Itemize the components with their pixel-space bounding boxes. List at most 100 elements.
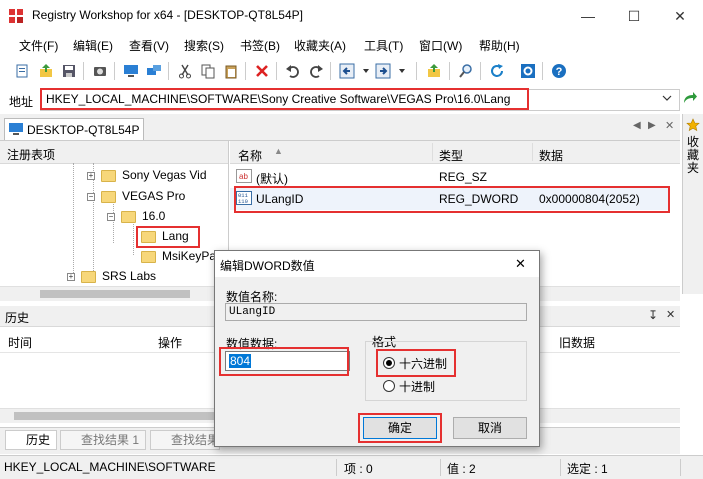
history-column-action[interactable]: 操作: [158, 334, 182, 351]
tab-history[interactable]: 历史: [5, 430, 57, 450]
list-header: 名称 ▲ 类型 数据: [230, 141, 680, 164]
menu-search[interactable]: 搜索(S): [184, 37, 224, 54]
tree-hscrollbar[interactable]: [0, 286, 228, 301]
hex-highlight: [376, 349, 456, 377]
menu-tools[interactable]: 工具(T): [364, 37, 403, 54]
close-button[interactable]: ✕: [657, 0, 703, 32]
star-icon: [686, 118, 700, 132]
tab-find-results-1[interactable]: 查找结果 1: [60, 430, 146, 450]
menu-help[interactable]: 帮助(H): [479, 37, 520, 54]
dec-label[interactable]: 十进制: [399, 378, 435, 395]
new-icon[interactable]: [12, 61, 32, 81]
column-data[interactable]: 数据: [539, 147, 563, 164]
column-type[interactable]: 类型: [439, 147, 463, 164]
tab-scroll-right-icon[interactable]: ▶: [648, 120, 656, 131]
value-name-field: ULangID: [225, 303, 527, 321]
column-name[interactable]: 名称: [238, 147, 262, 164]
app-icon: [9, 9, 23, 23]
menu-favorites[interactable]: 收藏夹(A): [294, 37, 346, 54]
status-bar: HKEY_LOCAL_MACHINE\SOFTWARE 项 : 0 值 : 2 …: [0, 455, 703, 479]
tab-label: DESKTOP-QT8L54P: [27, 123, 140, 137]
menu-bookmarks[interactable]: 书签(B): [240, 37, 280, 54]
ulangid-row-highlight: [234, 186, 670, 213]
favorites-side-label: 收藏夹: [687, 135, 700, 175]
edit-dword-dialog: 编辑DWORD数值 ✕ 数值名称: ULangID 数值数据: 804 格式 十…: [214, 250, 540, 447]
dialog-close-icon[interactable]: ✕: [515, 256, 526, 272]
tree-scroll-thumb[interactable]: [40, 290, 190, 298]
status-selected: 选定 : 1: [567, 462, 608, 476]
delete-icon[interactable]: [252, 61, 272, 81]
ok-highlight: [358, 413, 442, 443]
tree-item-srs-labs[interactable]: + SRS Labs: [67, 269, 156, 283]
title-bar: Registry Workshop for x64 - [DESKTOP-QT8…: [0, 0, 703, 32]
history-close-icon[interactable]: ✕: [666, 308, 675, 321]
save-icon[interactable]: [59, 61, 79, 81]
import-icon[interactable]: [36, 61, 56, 81]
address-label: 地址: [9, 95, 34, 109]
dialog-titlebar: 编辑DWORD数值 ✕: [215, 251, 539, 277]
network-icon[interactable]: [144, 61, 164, 81]
find-icon[interactable]: [456, 61, 476, 81]
status-keys: 项 : 0: [344, 462, 373, 476]
tab-strip: DESKTOP-QT8L54P ◀ ▶ ✕: [0, 114, 680, 141]
tab-desktop[interactable]: DESKTOP-QT8L54P: [4, 118, 144, 140]
favorites-side-tab[interactable]: 收藏夹: [682, 114, 703, 294]
value-data-highlight: [219, 347, 349, 376]
tab-find-results-2[interactable]: 查找结果: [150, 430, 220, 450]
folder-icon: [141, 250, 156, 263]
list-row[interactable]: ab (默认) REG_SZ: [230, 167, 680, 187]
address-dropdown-icon[interactable]: [662, 92, 672, 106]
cut-icon[interactable]: [175, 61, 195, 81]
toolbar: ?: [0, 56, 703, 86]
minimize-button[interactable]: —: [565, 0, 611, 32]
tree-panel: 注册表项 + Sony Vegas Vid − VEGAS Pro −16.0 La…: [0, 141, 229, 301]
address-highlight: [40, 88, 529, 110]
computer-icon: [9, 123, 23, 135]
history-scroll-thumb[interactable]: [14, 412, 234, 420]
tree-header-label: 注册表项: [7, 148, 56, 162]
snapshot-icon[interactable]: [90, 61, 110, 81]
help-icon[interactable]: ?: [549, 61, 569, 81]
up-level-icon[interactable]: [424, 61, 444, 81]
menu-bar: 文件(F) 编辑(E) 查看(V) 搜索(S) 书签(B) 收藏夹(A) 工具(…: [0, 32, 703, 56]
forward-icon[interactable]: [373, 61, 393, 81]
tab-close-icon[interactable]: ✕: [665, 119, 674, 132]
folder-icon: [101, 169, 116, 182]
history-column-time[interactable]: 时间: [8, 334, 32, 351]
menu-window[interactable]: 窗口(W): [419, 37, 462, 54]
sort-ascending-icon: ▲: [274, 146, 283, 156]
dec-radio[interactable]: [383, 380, 395, 392]
window-title: Registry Workshop for x64 - [DESKTOP-QT8…: [32, 8, 303, 22]
menu-edit[interactable]: 编辑(E): [73, 37, 113, 54]
status-values: 值 : 2: [447, 462, 476, 476]
back-icon[interactable]: [337, 61, 357, 81]
folder-icon: [121, 210, 136, 223]
tree-item-msikeypa[interactable]: MsiKeyPa: [141, 249, 216, 263]
history-title: 历史: [5, 311, 30, 325]
go-arrow-icon[interactable]: [682, 91, 698, 108]
settings-icon[interactable]: [518, 61, 538, 81]
forward-dropdown-icon[interactable]: [392, 61, 412, 81]
redo-icon[interactable]: [306, 61, 326, 81]
paste-icon[interactable]: [221, 61, 241, 81]
tree-header: 注册表项: [0, 141, 228, 164]
menu-view[interactable]: 查看(V): [129, 37, 169, 54]
maximize-button[interactable]: ☐: [611, 0, 657, 32]
refresh-icon[interactable]: [487, 61, 507, 81]
cancel-button[interactable]: 取消: [453, 417, 527, 439]
tree-item-sony-vegas[interactable]: + Sony Vegas Vid: [87, 168, 207, 182]
status-path: HKEY_LOCAL_MACHINE\SOFTWARE: [4, 460, 216, 474]
tree-item-16[interactable]: −16.0: [107, 209, 165, 223]
address-bar: 地址 HKEY_LOCAL_MACHINE\SOFTWARE\Sony Crea…: [0, 86, 703, 114]
lang-highlight: [136, 226, 200, 248]
undo-icon[interactable]: [283, 61, 303, 81]
pin-icon[interactable]: ↧: [648, 308, 658, 322]
copy-icon[interactable]: [198, 61, 218, 81]
string-value-icon: ab: [236, 169, 252, 183]
computer-icon[interactable]: [121, 61, 141, 81]
tab-scroll-left-icon[interactable]: ◀: [633, 120, 641, 131]
dialog-title: 编辑DWORD数值: [220, 259, 315, 273]
history-column-old-data[interactable]: 旧数据: [559, 334, 595, 351]
tree-item-vegas-pro[interactable]: − VEGAS Pro: [87, 189, 185, 203]
menu-file[interactable]: 文件(F): [19, 37, 58, 54]
